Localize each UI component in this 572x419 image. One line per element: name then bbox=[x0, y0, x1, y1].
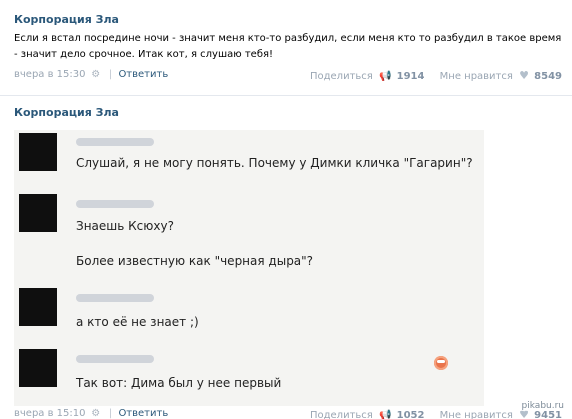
like-count: 8549 bbox=[534, 71, 562, 82]
post-author-link[interactable]: Корпорация Зла bbox=[14, 13, 119, 26]
reply-link[interactable]: Ответить bbox=[118, 408, 168, 419]
heart-icon[interactable]: ♥ bbox=[519, 69, 529, 82]
chat-message: Так вот: Дима был у нее первый bbox=[76, 376, 282, 390]
chat-message: Знаешь Ксюху? bbox=[76, 219, 174, 233]
share-count: 1052 bbox=[396, 410, 425, 419]
avatar bbox=[19, 288, 57, 326]
chat-message: Более известную как "черная дыра"? bbox=[76, 254, 314, 268]
wall-post: Корпорация Зла Слушай, я не могу понять.… bbox=[0, 97, 572, 419]
blurred-username bbox=[76, 294, 154, 302]
watermark: pikabu.ru bbox=[519, 401, 566, 411]
like-button[interactable]: Мне нравится bbox=[440, 71, 513, 82]
megaphone-icon[interactable]: 📢 bbox=[379, 71, 391, 82]
angry-face-icon bbox=[434, 356, 448, 370]
chat-message: а кто её не знает ;) bbox=[76, 315, 199, 329]
share-count: 1914 bbox=[396, 71, 425, 82]
avatar bbox=[19, 133, 57, 171]
post-time-link[interactable]: вчера в 15:30 bbox=[14, 69, 86, 80]
reply-link[interactable]: Ответить bbox=[118, 69, 168, 80]
share-button[interactable]: Поделиться bbox=[310, 71, 373, 82]
avatar bbox=[19, 349, 57, 387]
footer-separator: | bbox=[108, 408, 113, 419]
like-count: 9451 bbox=[534, 410, 562, 419]
post-footer: вчера в 15:10 ⚙ | Ответить Поделиться 📢 … bbox=[14, 408, 562, 419]
blurred-username bbox=[76, 355, 154, 363]
chat-message: Слушай, я не могу понять. Почему у Димки… bbox=[76, 156, 473, 170]
post-time-link[interactable]: вчера в 15:10 bbox=[14, 408, 86, 419]
megaphone-icon[interactable]: 📢 bbox=[379, 410, 391, 419]
like-button[interactable]: Мне нравится bbox=[440, 410, 513, 419]
wall-post: Корпорация Зла Если я встал посредине но… bbox=[0, 0, 572, 96]
blurred-username bbox=[76, 138, 154, 146]
footer-separator: | bbox=[108, 69, 113, 80]
post-footer: вчера в 15:30 ⚙ | Ответить Поделиться 📢 … bbox=[14, 69, 562, 83]
avatar bbox=[19, 194, 57, 232]
chat-screenshot-image[interactable]: Слушай, я не могу понять. Почему у Димки… bbox=[14, 130, 484, 406]
blurred-username bbox=[76, 200, 154, 208]
share-button[interactable]: Поделиться bbox=[310, 410, 373, 419]
post-text: Если я встал посредине ночи - значит мен… bbox=[14, 33, 562, 60]
gear-icon[interactable]: ⚙ bbox=[91, 69, 101, 80]
gear-icon[interactable]: ⚙ bbox=[91, 408, 101, 419]
post-author-link[interactable]: Корпорация Зла bbox=[14, 106, 119, 119]
